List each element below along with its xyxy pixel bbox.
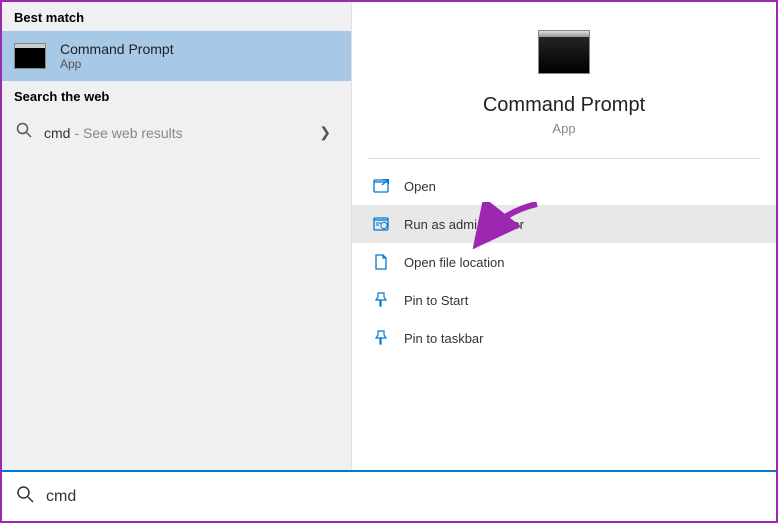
action-label: Open file location xyxy=(404,255,504,270)
best-match-header: Best match xyxy=(2,2,351,31)
actions-list: Open Run as administrator Open file loca… xyxy=(352,159,776,357)
result-title: Command Prompt xyxy=(60,41,174,57)
pin-start-icon xyxy=(372,291,390,309)
chevron-right-icon: ❯ xyxy=(319,124,337,141)
app-subtitle: App xyxy=(352,121,776,136)
command-prompt-icon xyxy=(538,30,590,74)
app-details-panel: Command Prompt App Open Run as administr… xyxy=(352,2,776,470)
action-open-file-location[interactable]: Open file location xyxy=(352,243,776,281)
web-query-text: cmd xyxy=(44,125,70,141)
admin-icon xyxy=(372,215,390,233)
search-icon xyxy=(16,485,34,508)
search-input[interactable] xyxy=(46,488,762,506)
open-icon xyxy=(372,177,390,195)
result-subtitle: App xyxy=(60,57,174,71)
search-box[interactable] xyxy=(2,470,776,521)
action-label: Pin to taskbar xyxy=(404,331,484,346)
pin-taskbar-icon xyxy=(372,329,390,347)
web-search-result[interactable]: cmd - See web results ❯ xyxy=(2,110,351,155)
folder-icon xyxy=(372,253,390,271)
action-label: Run as administrator xyxy=(404,217,524,232)
action-pin-to-start[interactable]: Pin to Start xyxy=(352,281,776,319)
action-run-administrator[interactable]: Run as administrator xyxy=(352,205,776,243)
action-label: Pin to Start xyxy=(404,293,468,308)
command-prompt-icon xyxy=(14,43,46,69)
web-hint-text: - See web results xyxy=(74,125,182,141)
action-pin-to-taskbar[interactable]: Pin to taskbar xyxy=(352,319,776,357)
action-label: Open xyxy=(404,179,436,194)
action-open[interactable]: Open xyxy=(352,167,776,205)
best-match-result[interactable]: Command Prompt App xyxy=(2,31,351,81)
search-icon xyxy=(16,122,32,143)
app-title: Command Prompt xyxy=(352,94,776,117)
search-web-header: Search the web xyxy=(2,81,351,110)
search-results-panel: Best match Command Prompt App Search the… xyxy=(2,2,352,470)
